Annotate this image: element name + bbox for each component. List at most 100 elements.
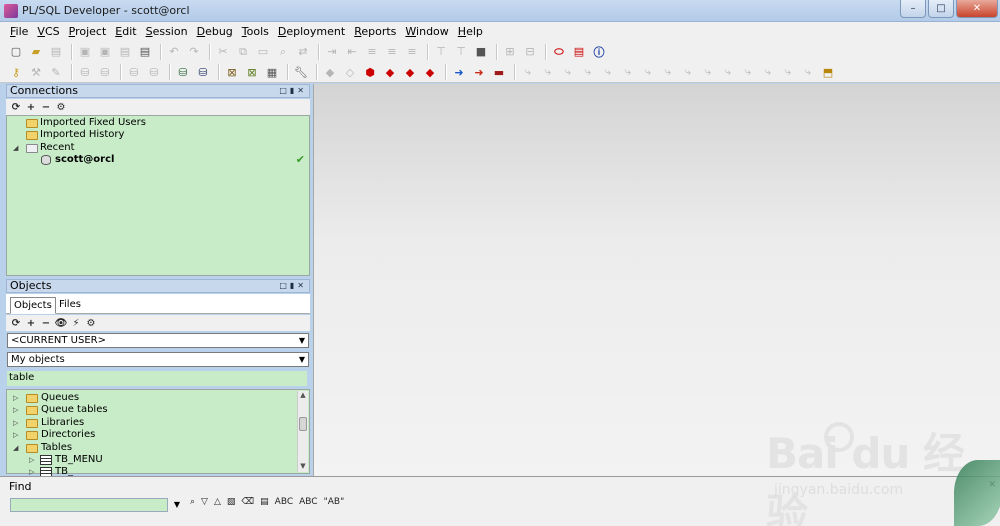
step-into-icon[interactable]: ⤷: [520, 64, 536, 80]
bp-icon[interactable]: ⤷: [620, 64, 636, 80]
new-icon[interactable]: ▢: [8, 44, 24, 60]
tab-objects[interactable]: Objects: [10, 297, 56, 314]
eraser-icon[interactable]: ◇: [342, 64, 358, 80]
binoculars-icon[interactable]: ⌕: [190, 497, 195, 507]
object-filter-input[interactable]: table: [7, 371, 307, 386]
panel-pin-icon[interactable]: □▮✕: [279, 280, 307, 292]
stop-red-icon[interactable]: ▬: [491, 64, 507, 80]
tree-item[interactable]: ▷ Queues: [7, 392, 309, 404]
expand-icon[interactable]: ▷: [13, 429, 18, 441]
config-icon[interactable]: ⚙: [84, 316, 98, 330]
break2-icon[interactable]: ◆: [402, 64, 418, 80]
add-icon[interactable]: +: [24, 316, 38, 330]
save-icon[interactable]: ▣: [77, 44, 93, 60]
bp10-icon[interactable]: ⤷: [800, 64, 816, 80]
bp2-icon[interactable]: ⤷: [640, 64, 656, 80]
tree-item[interactable]: ▷ TB_MENU: [7, 454, 309, 466]
tree-item[interactable]: ◢ Recent: [7, 142, 309, 154]
watch-icon[interactable]: ⤷: [600, 64, 616, 80]
uncomment-icon[interactable]: ≡: [384, 44, 400, 60]
expand-icon[interactable]: ▷: [13, 404, 18, 416]
menu-window[interactable]: Window: [405, 25, 448, 38]
menu-debug[interactable]: Debug: [197, 25, 233, 38]
compare-icon[interactable]: ⊠: [224, 64, 240, 80]
tree-item[interactable]: ▷ Directories: [7, 429, 309, 441]
refresh-icon[interactable]: ⟳: [9, 100, 23, 114]
undo-icon[interactable]: ↶: [166, 44, 182, 60]
window-tile-icon[interactable]: ⊞: [502, 44, 518, 60]
copy-icon[interactable]: ⧉: [235, 44, 251, 60]
print-icon[interactable]: ▤: [48, 44, 64, 60]
bp3-icon[interactable]: ⤷: [660, 64, 676, 80]
find-option-icon[interactable]: ▤: [260, 497, 269, 507]
menu-help[interactable]: Help: [458, 25, 483, 38]
minimize-button[interactable]: –: [900, 0, 926, 18]
pen-icon[interactable]: ✎: [48, 64, 64, 80]
add-icon[interactable]: +: [24, 100, 38, 114]
expand-icon[interactable]: ▷: [29, 454, 34, 466]
collapse-icon[interactable]: ◢: [13, 442, 18, 454]
bp6-icon[interactable]: ⤷: [720, 64, 736, 80]
tree-item[interactable]: ▷ Libraries: [7, 417, 309, 429]
bp5-icon[interactable]: ⤷: [700, 64, 716, 80]
user-select[interactable]: <CURRENT USER> ▼: [7, 333, 309, 348]
camera-icon[interactable]: ■: [473, 44, 489, 60]
comment-icon[interactable]: ≡: [364, 44, 380, 60]
info-icon[interactable]: ⓘ: [591, 44, 607, 60]
find-prev-icon[interactable]: △: [214, 497, 221, 507]
step-icon[interactable]: ◆: [322, 64, 338, 80]
oracle-icon[interactable]: ⬭: [551, 44, 567, 60]
config-icon[interactable]: ⚙: [54, 100, 68, 114]
db2-icon[interactable]: ⛁: [97, 64, 113, 80]
find-icon[interactable]: ⌕: [275, 44, 291, 60]
format-icon[interactable]: ≡: [404, 44, 420, 60]
tree-item[interactable]: Imported Fixed Users: [7, 117, 309, 129]
key-icon[interactable]: ⚷: [8, 64, 24, 80]
save-all-icon[interactable]: ▣: [97, 44, 113, 60]
tool-icon[interactable]: ⚒: [28, 64, 44, 80]
filter-icon[interactable]: ⚡: [69, 316, 83, 330]
tab-files[interactable]: Files: [56, 297, 84, 314]
scroll-down-icon[interactable]: ▼: [298, 462, 308, 472]
break-icon[interactable]: ◆: [382, 64, 398, 80]
tree-item[interactable]: ▷ Queue tables: [7, 404, 309, 416]
bp4-icon[interactable]: ⤷: [680, 64, 696, 80]
tree-item[interactable]: scott@orcl ✔: [7, 154, 309, 166]
indent-icon[interactable]: ⇥: [324, 44, 340, 60]
open-folder-icon[interactable]: ▰: [28, 44, 44, 60]
menu-session[interactable]: Session: [146, 25, 188, 38]
export-icon[interactable]: ⊠: [244, 64, 260, 80]
quoted-icon[interactable]: "AB": [324, 497, 345, 507]
db4-icon[interactable]: ⛁: [146, 64, 162, 80]
outdent-icon[interactable]: ⇤: [344, 44, 360, 60]
menu-reports[interactable]: Reports: [354, 25, 396, 38]
run-cursor-icon[interactable]: ⤷: [580, 64, 596, 80]
replace-icon[interactable]: ⇄: [295, 44, 311, 60]
window-split-icon[interactable]: ⊟: [522, 44, 538, 60]
bp9-icon[interactable]: ⤷: [780, 64, 796, 80]
whole-word-icon[interactable]: ABC: [299, 497, 317, 507]
expand-icon[interactable]: ▷: [13, 417, 18, 429]
menu-file[interactable]: File: [10, 25, 28, 38]
remove-icon[interactable]: −: [39, 316, 53, 330]
pdf-icon[interactable]: ▤: [571, 44, 587, 60]
db3-icon[interactable]: ⛁: [126, 64, 142, 80]
step-out-icon[interactable]: ⤷: [560, 64, 576, 80]
rollback-icon[interactable]: ⛁: [195, 64, 211, 80]
match-case-icon[interactable]: ABC: [275, 497, 293, 507]
commit-icon[interactable]: ⛁: [175, 64, 191, 80]
expand-icon[interactable]: ▷: [13, 392, 18, 404]
step-over-icon[interactable]: ⤷: [540, 64, 556, 80]
menu-deployment[interactable]: Deployment: [278, 25, 345, 38]
refresh-icon[interactable]: ⟳: [9, 316, 23, 330]
tree2-icon[interactable]: ⊤: [453, 44, 469, 60]
remove-icon[interactable]: −: [39, 100, 53, 114]
objects-scrollbar[interactable]: ▲ ▼: [297, 391, 308, 472]
menu-project[interactable]: Project: [69, 25, 107, 38]
menu-edit[interactable]: Edit: [115, 25, 136, 38]
clear-icon[interactable]: ⌫: [241, 497, 254, 507]
mdi-workspace[interactable]: [313, 84, 1000, 476]
paste-icon[interactable]: ▭: [255, 44, 271, 60]
scroll-thumb[interactable]: [299, 417, 307, 431]
collapse-icon[interactable]: ◢: [13, 142, 18, 154]
